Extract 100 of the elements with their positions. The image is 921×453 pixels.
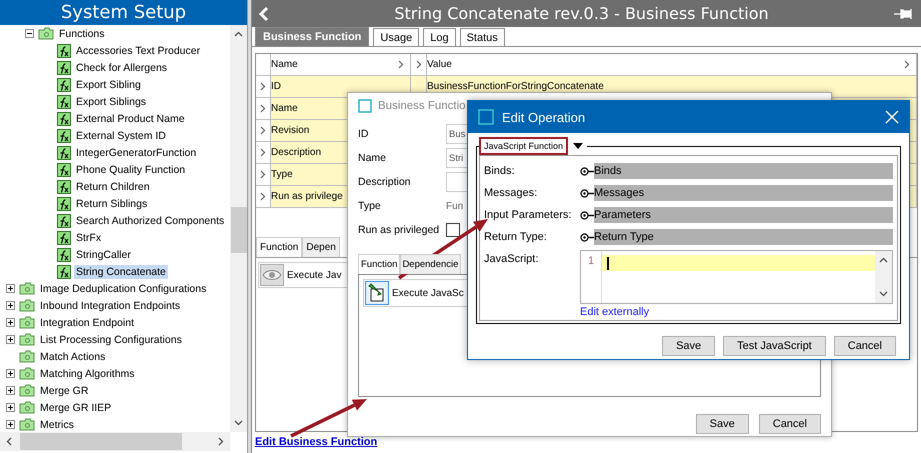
expand-icon[interactable] <box>6 335 15 344</box>
tree-item[interactable]: Matching Algorithms <box>38 366 137 380</box>
tab[interactable]: Function <box>256 237 302 257</box>
expand-icon[interactable] <box>6 284 15 293</box>
tab[interactable]: Business Function <box>255 27 370 46</box>
tree-item[interactable]: List Processing Configurations <box>38 332 184 346</box>
function-icon <box>57 44 71 58</box>
expand-icon[interactable] <box>6 403 15 412</box>
tab[interactable]: Status <box>460 28 505 46</box>
tree-item[interactable]: Search Authorized Components <box>74 214 226 228</box>
tree-item[interactable]: Return Siblings <box>74 196 150 210</box>
group-selector[interactable]: JavaScript Function <box>479 137 568 155</box>
field-value: Fun <box>446 200 464 212</box>
dialog-button[interactable]: Test JavaScript <box>723 336 826 356</box>
scroll-left-icon <box>6 437 12 446</box>
folder-icon <box>19 350 35 363</box>
view-button[interactable] <box>260 264 284 286</box>
tab[interactable]: Dependencie <box>400 254 462 274</box>
tree-item[interactable]: Merge GR IIEP <box>38 400 114 414</box>
window-title: String Concatenate rev.0.3 - Business Function <box>393 4 770 23</box>
chevron-icon <box>904 60 910 69</box>
expand-icon[interactable] <box>6 318 15 327</box>
field-label: Binds: <box>484 164 516 179</box>
eye-icon <box>262 269 282 281</box>
chevron-icon <box>260 170 266 179</box>
field-label: Messages: <box>484 186 538 201</box>
tree-item[interactable]: Export Siblings <box>74 94 148 108</box>
expand-icon[interactable] <box>6 369 15 378</box>
back-icon[interactable] <box>258 6 270 22</box>
tree-item[interactable]: IntegerGeneratorFunction <box>74 146 198 160</box>
reference-field[interactable]: Binds <box>594 163 893 179</box>
vertical-scrollbar[interactable] <box>875 251 892 303</box>
field-label: ID <box>358 127 370 142</box>
reference-field[interactable]: Messages <box>594 185 893 201</box>
tree-item[interactable]: Phone Quality Function <box>74 162 188 176</box>
tree-item[interactable]: Functions <box>57 26 107 40</box>
tree-item[interactable]: Check for Allergens <box>74 60 170 74</box>
column-header[interactable]: Value <box>427 59 452 70</box>
edit-externally-link[interactable]: Edit externally <box>580 304 650 318</box>
expand-icon[interactable] <box>6 386 15 395</box>
chevron-icon <box>416 60 422 69</box>
reference-field[interactable]: Return Type <box>594 229 893 245</box>
dialog-button[interactable]: Save <box>662 336 716 356</box>
close-icon[interactable] <box>885 110 899 124</box>
tab[interactable]: Depen <box>302 237 340 257</box>
folder-icon <box>19 418 35 431</box>
function-icon <box>57 60 71 74</box>
column-header[interactable]: Name <box>271 59 298 70</box>
dialog-button[interactable]: Cancel <box>758 414 821 434</box>
function-icon <box>57 264 71 278</box>
connector-icon <box>580 188 594 198</box>
tree-item[interactable]: Match Actions <box>38 350 108 364</box>
tree-item[interactable]: Inbound Integration Endpoints <box>38 298 182 312</box>
tree-item[interactable]: Image Deduplication Configurations <box>38 282 208 296</box>
folder-icon <box>19 282 35 295</box>
tree-item[interactable]: Metrics <box>38 418 76 432</box>
reference-field[interactable]: Parameters <box>594 207 893 223</box>
scrollbar-thumb[interactable] <box>20 433 182 450</box>
tree-item[interactable]: Accessories Text Producer <box>74 44 202 58</box>
folder-icon <box>19 384 35 397</box>
tree-item[interactable]: External System ID <box>74 128 168 142</box>
connector-icon <box>580 232 594 242</box>
expand-icon[interactable] <box>6 420 15 429</box>
scroll-up-icon <box>879 257 888 263</box>
edit-link[interactable]: Edit Business Function <box>252 432 380 453</box>
tree-item[interactable]: Integration Endpoint <box>38 316 136 330</box>
tree-item[interactable]: StrFx <box>74 230 104 244</box>
checkbox[interactable] <box>446 223 460 237</box>
dialog-button[interactable]: Cancel <box>834 336 896 356</box>
function-icon <box>57 94 71 108</box>
horizontal-scrollbar[interactable] <box>0 432 230 451</box>
collapse-icon[interactable] <box>25 29 34 38</box>
function-icon <box>57 214 71 228</box>
folder-icon <box>19 299 35 312</box>
tab[interactable]: Function <box>358 254 400 274</box>
tree-item[interactable]: Export Sibling <box>74 78 143 92</box>
table-cell: BusinessFunctionForStringConcatenate <box>427 81 604 92</box>
dialog-button[interactable]: Save <box>696 414 749 434</box>
tree-item[interactable]: External Product Name <box>74 112 187 126</box>
tree-item[interactable]: Merge GR <box>38 384 90 398</box>
tree-item[interactable]: Return Children <box>74 180 152 194</box>
tree-item[interactable]: String Concatenate <box>74 264 168 278</box>
expand-icon[interactable] <box>6 301 15 310</box>
folder-icon <box>19 333 35 346</box>
scrollbar-thumb[interactable] <box>230 207 246 253</box>
chevron-icon <box>260 82 266 91</box>
function-icon <box>57 162 71 176</box>
chevron-icon <box>260 192 266 201</box>
scroll-down-icon <box>879 291 888 297</box>
scroll-down-icon <box>234 420 243 426</box>
tab[interactable]: Usage <box>373 28 420 46</box>
code-editor[interactable]: 1 <box>580 250 893 304</box>
tree-item[interactable]: StringCaller <box>74 248 133 262</box>
tab[interactable]: Log <box>423 28 456 46</box>
connector-icon <box>580 166 594 176</box>
edit-button[interactable] <box>365 281 389 305</box>
function-icon <box>57 78 71 92</box>
vertical-scrollbar[interactable] <box>230 25 247 432</box>
connector-icon <box>580 210 594 220</box>
field-label: Run as privileged <box>358 223 440 238</box>
